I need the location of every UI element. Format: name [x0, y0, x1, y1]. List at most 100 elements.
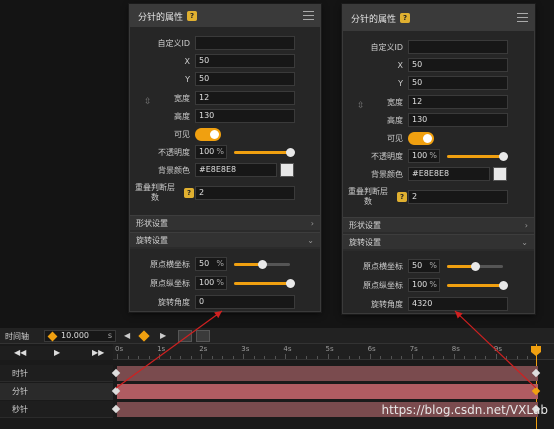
- bg-color-swatch[interactable]: [493, 167, 507, 181]
- track-row[interactable]: 时针: [0, 365, 554, 382]
- height-input[interactable]: 130: [408, 113, 508, 127]
- ruler-tick-label: 6s: [367, 345, 376, 353]
- ruler-tick-mark: [169, 356, 171, 359]
- panel-title: 分针的属性: [351, 14, 397, 25]
- rotate-angle-label: 旋转角度: [371, 299, 403, 309]
- keyframe-mode-icon[interactable]: [196, 330, 210, 342]
- watermark: https://blog.csdn.net/VXLab: [381, 403, 548, 417]
- opacity-input[interactable]: 100%: [195, 145, 227, 159]
- origin-y-input[interactable]: 100%: [408, 278, 440, 292]
- custom-id-label: 自定义ID: [157, 38, 190, 48]
- origin-y-slider-knob[interactable]: [499, 281, 508, 290]
- rotate-angle-input[interactable]: 0: [195, 295, 295, 309]
- help-icon[interactable]: ?: [187, 11, 198, 21]
- rotate-angle-input[interactable]: 4320: [408, 297, 508, 311]
- custom-id-input[interactable]: [408, 40, 508, 54]
- bg-color-swatch[interactable]: [280, 163, 294, 177]
- custom-id-input[interactable]: [195, 36, 295, 50]
- origin-x-label: 原点横坐标: [363, 261, 403, 271]
- next-keyframe-icon[interactable]: ▶: [160, 331, 166, 340]
- menu-icon[interactable]: [303, 11, 314, 20]
- fast-forward-icon[interactable]: ▶▶: [92, 348, 104, 357]
- origin-y-slider[interactable]: [447, 281, 508, 290]
- help-icon[interactable]: ?: [397, 192, 407, 202]
- ruler-tick-mark: [180, 356, 182, 359]
- y-label: Y: [398, 78, 403, 88]
- ruler-tick-mark: [432, 356, 434, 359]
- ruler-tick-mark: [264, 356, 266, 359]
- origin-x-input[interactable]: 50%: [195, 257, 227, 271]
- add-keyframe-icon[interactable]: [138, 330, 150, 342]
- track-row[interactable]: 分针: [0, 383, 554, 400]
- opacity-slider-knob[interactable]: [499, 152, 508, 161]
- origin-x-slider-knob[interactable]: [471, 262, 480, 271]
- ruler-tick-mark: [453, 354, 455, 359]
- x-input[interactable]: 50: [195, 54, 295, 68]
- rotate-settings-header[interactable]: 旋转设置 ⌄: [343, 234, 534, 249]
- rotate-settings-header[interactable]: 旋转设置 ⌄: [130, 232, 320, 247]
- ruler-tick-label: 3s: [241, 345, 250, 353]
- origin-y-input[interactable]: 100%: [195, 276, 227, 290]
- origin-y-slider-knob[interactable]: [286, 279, 295, 288]
- origin-x-slider[interactable]: [447, 262, 503, 271]
- track-name: 分针: [0, 383, 113, 400]
- x-input[interactable]: 50: [408, 58, 508, 72]
- origin-y-slider[interactable]: [234, 279, 295, 288]
- track-bar[interactable]: [117, 384, 538, 399]
- opacity-slider[interactable]: [447, 152, 508, 161]
- track-name: 时针: [0, 365, 113, 382]
- width-input[interactable]: 12: [408, 95, 508, 109]
- height-label: 高度: [387, 115, 403, 125]
- ruler-tick-mark: [285, 354, 287, 359]
- opacity-label: 不透明度: [371, 151, 403, 161]
- time-ruler[interactable]: 0s 1s 2s 3s 4s 5s 6s 7s 8s 9s: [113, 344, 554, 360]
- duration-input[interactable]: 10.000 s: [44, 330, 116, 342]
- overlap-layers-input[interactable]: 2: [408, 190, 508, 204]
- ruler-tick-mark: [506, 356, 508, 359]
- height-input[interactable]: 130: [195, 109, 295, 123]
- ruler-tick-mark: [295, 356, 297, 359]
- shape-settings-header[interactable]: 形状设置 ›: [130, 215, 320, 230]
- opacity-input[interactable]: 100%: [408, 149, 440, 163]
- track-bar[interactable]: [117, 366, 538, 381]
- width-label: 宽度: [387, 97, 403, 107]
- shape-settings-header[interactable]: 形状设置 ›: [343, 217, 534, 232]
- prev-keyframe-icon[interactable]: ◀: [124, 331, 130, 340]
- keyframe-mode-icon[interactable]: [178, 330, 192, 342]
- bg-color-input[interactable]: #E8E8E8: [408, 167, 490, 181]
- origin-x-slider-knob[interactable]: [258, 260, 267, 269]
- opacity-slider-knob[interactable]: [286, 148, 295, 157]
- y-input[interactable]: 50: [408, 76, 508, 90]
- ruler-tick-mark: [422, 356, 424, 359]
- ruler-tick-label: 2s: [199, 345, 208, 353]
- ruler-tick-mark: [201, 354, 203, 359]
- opacity-label: 不透明度: [158, 147, 190, 157]
- ruler-tick-mark: [338, 356, 340, 359]
- x-label: X: [184, 56, 190, 66]
- visible-toggle[interactable]: [408, 131, 434, 145]
- help-icon[interactable]: ?: [400, 13, 411, 23]
- ruler-tick-label: 7s: [409, 345, 418, 353]
- play-icon[interactable]: ▶: [54, 348, 60, 357]
- origin-x-slider[interactable]: [234, 260, 290, 269]
- timeline-label: 时间轴: [5, 332, 29, 341]
- bg-color-input[interactable]: #E8E8E8: [195, 163, 277, 177]
- visible-toggle[interactable]: [195, 127, 221, 141]
- panel-header: 分针的属性 ?: [343, 5, 534, 31]
- menu-icon[interactable]: [517, 13, 528, 22]
- rewind-icon[interactable]: ◀◀: [14, 348, 26, 357]
- ruler-tick-mark: [369, 354, 371, 359]
- track-name: 秒针: [0, 401, 113, 418]
- help-icon[interactable]: ?: [184, 188, 194, 198]
- opacity-slider[interactable]: [234, 148, 295, 157]
- ruler-tick-mark: [527, 356, 529, 359]
- ruler-tick-mark: [274, 356, 276, 359]
- ruler-tick-mark: [443, 356, 445, 359]
- width-input[interactable]: 12: [195, 91, 295, 105]
- ruler-tick-label: 9s: [493, 345, 502, 353]
- playback-controls: ◀◀ ▶ ▶▶: [0, 346, 113, 360]
- y-label: Y: [185, 74, 190, 84]
- overlap-layers-input[interactable]: 2: [195, 186, 295, 200]
- origin-x-input[interactable]: 50%: [408, 259, 440, 273]
- y-input[interactable]: 50: [195, 72, 295, 86]
